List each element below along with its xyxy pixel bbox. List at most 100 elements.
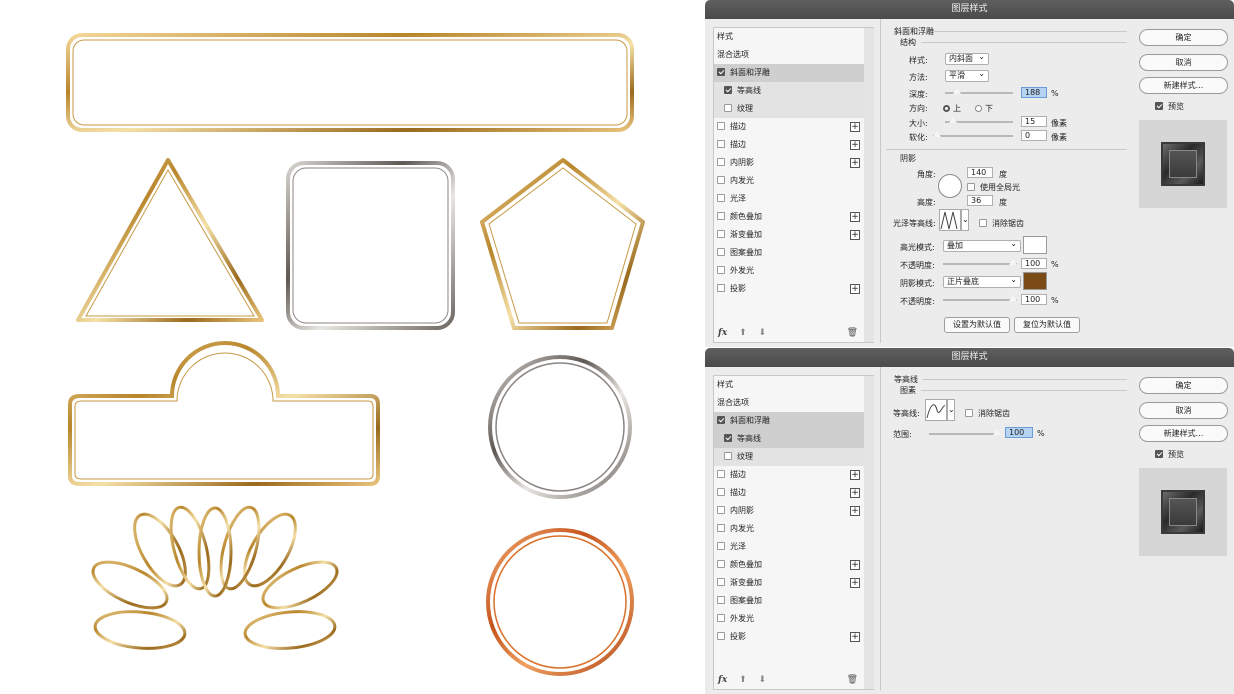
checkbox-icon[interactable] bbox=[717, 632, 725, 640]
add-instance-icon[interactable]: + bbox=[850, 140, 860, 150]
checkbox-icon[interactable] bbox=[724, 104, 732, 112]
checkbox-icon[interactable] bbox=[717, 614, 725, 622]
contour-dropdown[interactable]: ⌄ bbox=[947, 399, 955, 421]
style-list-item[interactable]: 混合选项 bbox=[714, 394, 873, 412]
style-list-item[interactable]: 描边 + bbox=[714, 466, 873, 484]
checkbox-icon[interactable] bbox=[717, 578, 725, 586]
checkbox-icon[interactable] bbox=[717, 140, 725, 148]
gloss-contour-picker[interactable] bbox=[939, 209, 961, 231]
highlight-color-swatch[interactable] bbox=[1023, 236, 1047, 254]
checkbox-icon[interactable] bbox=[717, 194, 725, 202]
ok-button[interactable]: 确定 bbox=[1139, 29, 1228, 46]
style-list-item[interactable]: 投影 + bbox=[714, 628, 873, 646]
style-list-item[interactable]: 样式 bbox=[714, 28, 873, 46]
move-down-icon[interactable]: ⬇ bbox=[759, 675, 767, 685]
style-list-item[interactable]: 渐变叠加 + bbox=[714, 226, 873, 244]
checkbox-icon[interactable] bbox=[717, 266, 725, 274]
style-list-item[interactable]: 光泽 bbox=[714, 538, 873, 556]
soften-input[interactable]: 0 bbox=[1021, 130, 1047, 141]
depth-input[interactable]: 188 bbox=[1021, 87, 1047, 98]
add-instance-icon[interactable]: + bbox=[850, 506, 860, 516]
direction-down-radio[interactable]: 下 bbox=[975, 103, 993, 114]
checkbox-icon[interactable] bbox=[717, 176, 725, 184]
style-list-item[interactable]: 描边 + bbox=[714, 484, 873, 502]
move-down-icon[interactable]: ⬇ bbox=[759, 328, 767, 338]
style-list-item[interactable]: 混合选项 bbox=[714, 46, 873, 64]
cancel-button[interactable]: 取消 bbox=[1139, 54, 1228, 71]
shadow-opacity-thumb[interactable] bbox=[1008, 294, 1018, 301]
fx-button[interactable]: fx bbox=[718, 328, 727, 338]
style-list-scrollbar[interactable] bbox=[864, 376, 874, 689]
trash-icon[interactable]: 🗑 bbox=[847, 671, 858, 689]
add-instance-icon[interactable]: + bbox=[850, 560, 860, 570]
radio-icon[interactable] bbox=[943, 105, 950, 112]
add-instance-icon[interactable]: + bbox=[850, 578, 860, 588]
bevel-style-select[interactable]: 内斜面 bbox=[945, 52, 989, 65]
checkbox-icon[interactable] bbox=[717, 230, 725, 238]
shadow-mode-select[interactable]: 正片叠底 bbox=[943, 275, 1021, 288]
ok-button[interactable]: 确定 bbox=[1139, 377, 1228, 394]
direction-up-radio[interactable]: 上 bbox=[943, 103, 961, 114]
preview-checkbox[interactable]: 预览 bbox=[1155, 101, 1184, 112]
add-instance-icon[interactable]: + bbox=[850, 212, 860, 222]
reset-default-button[interactable]: 复位为默认值 bbox=[1014, 317, 1080, 333]
add-instance-icon[interactable]: + bbox=[850, 122, 860, 132]
checkbox-icon[interactable] bbox=[965, 409, 973, 417]
add-instance-icon[interactable]: + bbox=[850, 470, 860, 480]
checkbox-icon[interactable] bbox=[717, 68, 725, 76]
move-up-icon[interactable]: ⬆ bbox=[739, 675, 747, 685]
style-list-item[interactable]: 内发光 bbox=[714, 520, 873, 538]
cancel-button[interactable]: 取消 bbox=[1139, 402, 1228, 419]
depth-slider-thumb[interactable] bbox=[952, 87, 962, 94]
checkbox-icon[interactable] bbox=[717, 560, 725, 568]
move-up-icon[interactable]: ⬆ bbox=[739, 328, 747, 338]
contour-picker[interactable] bbox=[925, 399, 947, 421]
highlight-mode-select[interactable]: 叠加 bbox=[943, 239, 1021, 252]
style-list-item[interactable]: 样式 bbox=[714, 376, 873, 394]
technique-select[interactable]: 平滑 bbox=[945, 69, 989, 82]
style-list-item[interactable]: 纹理 bbox=[714, 100, 873, 118]
checkbox-icon[interactable] bbox=[717, 212, 725, 220]
checkbox-icon[interactable] bbox=[717, 488, 725, 496]
new-style-button[interactable]: 新建样式... bbox=[1139, 425, 1228, 442]
make-default-button[interactable]: 设置为默认值 bbox=[944, 317, 1010, 333]
checkbox-icon[interactable] bbox=[717, 596, 725, 604]
highlight-opacity-input[interactable]: 100 bbox=[1021, 258, 1047, 269]
style-list-item[interactable]: 内阴影 + bbox=[714, 154, 873, 172]
checkbox-icon[interactable] bbox=[724, 86, 732, 94]
style-list-item[interactable]: 描边 + bbox=[714, 136, 873, 154]
checkbox-icon[interactable] bbox=[717, 506, 725, 514]
gloss-antialias-checkbox[interactable]: 消除锯齿 bbox=[979, 218, 1024, 229]
new-style-button[interactable]: 新建样式... bbox=[1139, 77, 1228, 94]
global-light-checkbox[interactable]: 使用全局光 bbox=[967, 182, 1020, 193]
add-instance-icon[interactable]: + bbox=[850, 158, 860, 168]
style-list-scrollbar[interactable] bbox=[864, 28, 874, 342]
style-list-item[interactable]: 等高线 bbox=[714, 82, 873, 100]
checkbox-icon[interactable] bbox=[724, 452, 732, 460]
style-list-item[interactable]: 图案叠加 bbox=[714, 244, 873, 262]
range-input[interactable]: 100 bbox=[1005, 427, 1033, 438]
size-input[interactable]: 15 bbox=[1021, 116, 1047, 127]
highlight-opacity-thumb[interactable] bbox=[1008, 258, 1018, 265]
checkbox-icon[interactable] bbox=[717, 470, 725, 478]
style-list-item[interactable]: 外发光 bbox=[714, 262, 873, 280]
style-list-item[interactable]: 颜色叠加 + bbox=[714, 208, 873, 226]
add-instance-icon[interactable]: + bbox=[850, 632, 860, 642]
add-instance-icon[interactable]: + bbox=[850, 284, 860, 294]
checkbox-icon[interactable] bbox=[724, 434, 732, 442]
range-slider-thumb[interactable] bbox=[992, 428, 1002, 435]
soften-slider[interactable] bbox=[933, 135, 1013, 137]
altitude-input[interactable]: 36 bbox=[967, 195, 993, 206]
checkbox-icon[interactable] bbox=[1155, 450, 1163, 458]
add-instance-icon[interactable]: + bbox=[850, 488, 860, 498]
style-list-item[interactable]: 斜面和浮雕 bbox=[714, 412, 873, 430]
add-instance-icon[interactable]: + bbox=[850, 230, 860, 240]
highlight-opacity-slider[interactable] bbox=[943, 263, 1017, 265]
style-list-item[interactable]: 渐变叠加 + bbox=[714, 574, 873, 592]
checkbox-icon[interactable] bbox=[717, 416, 725, 424]
size-slider-thumb[interactable] bbox=[948, 116, 958, 123]
checkbox-icon[interactable] bbox=[1155, 102, 1163, 110]
preview-checkbox[interactable]: 预览 bbox=[1155, 449, 1184, 460]
checkbox-icon[interactable] bbox=[717, 542, 725, 550]
angle-input[interactable]: 140 bbox=[967, 167, 993, 178]
